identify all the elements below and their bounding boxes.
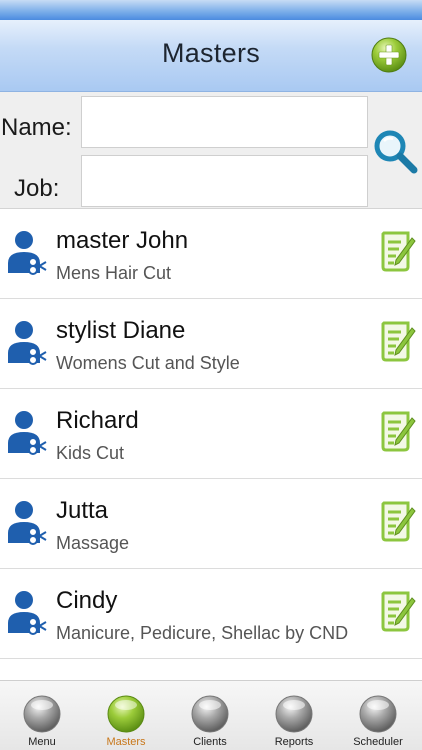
tab-menu[interactable]: Menu — [0, 681, 84, 750]
master-avatar-icon — [8, 411, 47, 455]
tab-label: Reports — [274, 736, 314, 748]
edit-button[interactable] — [380, 410, 416, 452]
bottom-tab-bar: Menu Masters Clients Reports Scheduler — [0, 680, 422, 750]
app-header: Masters — [0, 20, 422, 92]
tab-clients[interactable]: Clients — [168, 681, 252, 750]
edit-button[interactable] — [380, 230, 416, 272]
tab-ball-icon — [359, 695, 397, 733]
tab-ball-icon — [275, 695, 313, 733]
list-item[interactable]: stylist Diane Womens Cut and Style — [0, 299, 422, 389]
master-job: Womens Cut and Style — [56, 353, 240, 373]
master-avatar-icon — [8, 321, 47, 365]
tab-label: Scheduler — [353, 736, 403, 748]
name-label: Name: — [1, 114, 72, 141]
search-button[interactable] — [371, 128, 419, 176]
master-job: Kids Cut — [56, 443, 125, 463]
plus-circle-icon — [371, 37, 407, 73]
edit-icon — [381, 411, 416, 452]
master-job: Manicure, Pedicure, Shellac by CND — [56, 623, 349, 643]
master-avatar-icon — [8, 591, 47, 635]
master-job: Massage — [56, 533, 130, 553]
edit-icon — [381, 591, 416, 632]
tab-label: Masters — [106, 736, 146, 748]
list-item[interactable]: Jutta Massage — [0, 479, 422, 569]
tab-masters[interactable]: Masters — [84, 681, 168, 750]
edit-button[interactable] — [380, 320, 416, 362]
master-name: stylist Diane — [56, 317, 186, 344]
master-name: Jutta — [56, 497, 109, 524]
status-strip — [0, 0, 422, 20]
list-item[interactable]: Cindy Manicure, Pedicure, Shellac by CND — [0, 569, 422, 659]
tab-ball-icon — [23, 695, 61, 733]
add-master-button[interactable] — [371, 37, 407, 73]
master-job: Mens Hair Cut — [56, 263, 172, 283]
master-avatar-icon — [8, 501, 47, 545]
tab-ball-icon — [191, 695, 229, 733]
edit-icon — [381, 321, 416, 362]
master-name: Richard — [56, 407, 139, 434]
edit-button[interactable] — [380, 590, 416, 632]
tab-ball-icon — [107, 695, 145, 733]
job-input[interactable] — [81, 155, 368, 207]
tab-reports[interactable]: Reports — [252, 681, 336, 750]
job-label: Job: — [14, 175, 60, 202]
list-item[interactable]: Richard Kids Cut — [0, 389, 422, 479]
edit-button[interactable] — [380, 500, 416, 542]
tab-label: Clients — [193, 736, 227, 748]
master-avatar-icon — [8, 231, 47, 275]
master-name: master John — [56, 227, 189, 254]
edit-icon — [381, 231, 416, 272]
masters-list: master John Mens Hair Cut stylist Diane … — [0, 209, 422, 659]
tab-label: Menu — [28, 736, 56, 748]
list-item[interactable]: master John Mens Hair Cut — [0, 209, 422, 299]
master-name: Cindy — [56, 587, 118, 614]
page-title: Masters — [161, 38, 261, 68]
search-panel: Name: Job: — [0, 92, 422, 209]
magnifier-icon — [374, 130, 418, 174]
edit-icon — [381, 501, 416, 542]
name-input[interactable] — [81, 96, 368, 148]
tab-scheduler[interactable]: Scheduler — [336, 681, 420, 750]
